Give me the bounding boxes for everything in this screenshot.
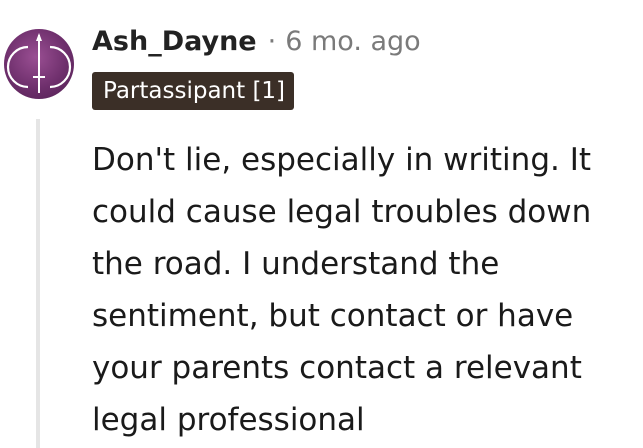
user-flair: Partassipant [1] [92,72,295,110]
meta-separator: · [267,25,277,57]
sword-crescent-icon [6,33,72,93]
user-avatar[interactable] [4,29,74,99]
timestamp[interactable]: 6 mo. ago [285,26,420,57]
comment-body: Don't lie, especially in writing. It cou… [92,142,592,438]
comment: Ash_Dayne · 6 mo. ago Partassipant [1] D… [0,0,643,448]
author-name[interactable]: Ash_Dayne [92,26,257,57]
thread-line[interactable] [36,119,40,448]
comment-meta: Ash_Dayne · 6 mo. ago [92,22,421,60]
